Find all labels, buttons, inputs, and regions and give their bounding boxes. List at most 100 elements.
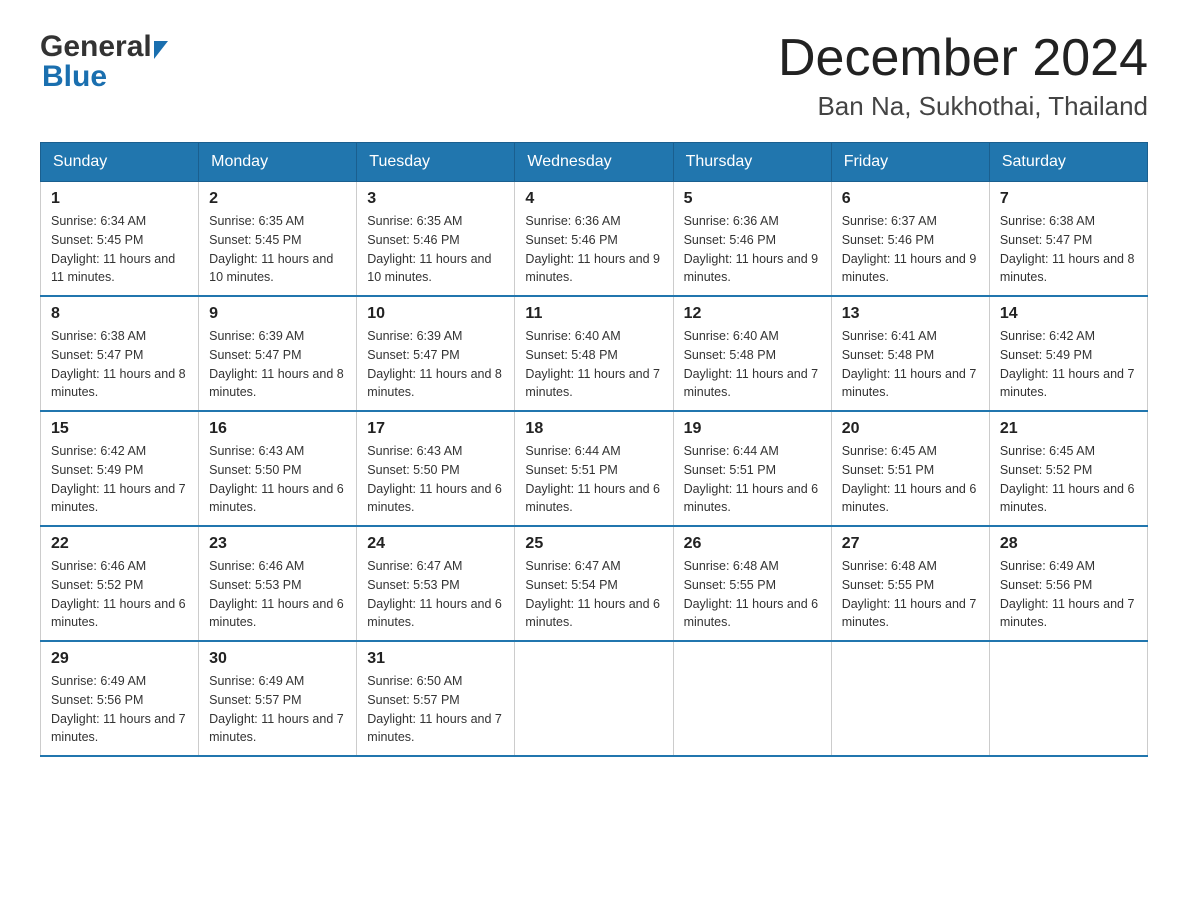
calendar-header-row: SundayMondayTuesdayWednesdayThursdayFrid…: [41, 143, 1148, 182]
day-info: Sunrise: 6:35 AMSunset: 5:45 PMDaylight:…: [209, 212, 346, 287]
day-info: Sunrise: 6:46 AMSunset: 5:53 PMDaylight:…: [209, 557, 346, 632]
calendar-week-row: 29 Sunrise: 6:49 AMSunset: 5:56 PMDaylig…: [41, 641, 1148, 756]
day-number: 24: [367, 535, 504, 553]
calendar-day-cell: 24 Sunrise: 6:47 AMSunset: 5:53 PMDaylig…: [357, 526, 515, 641]
calendar-day-cell: 14 Sunrise: 6:42 AMSunset: 5:49 PMDaylig…: [989, 296, 1147, 411]
column-header-thursday: Thursday: [673, 143, 831, 182]
calendar-day-cell: 16 Sunrise: 6:43 AMSunset: 5:50 PMDaylig…: [199, 411, 357, 526]
day-info: Sunrise: 6:47 AMSunset: 5:54 PMDaylight:…: [525, 557, 662, 632]
calendar-day-cell: 20 Sunrise: 6:45 AMSunset: 5:51 PMDaylig…: [831, 411, 989, 526]
month-title: December 2024: [778, 30, 1148, 87]
calendar-day-cell: 23 Sunrise: 6:46 AMSunset: 5:53 PMDaylig…: [199, 526, 357, 641]
calendar-day-cell: 1 Sunrise: 6:34 AMSunset: 5:45 PMDayligh…: [41, 182, 199, 297]
day-number: 6: [842, 190, 979, 208]
calendar-day-cell: 6 Sunrise: 6:37 AMSunset: 5:46 PMDayligh…: [831, 182, 989, 297]
calendar-day-cell: 9 Sunrise: 6:39 AMSunset: 5:47 PMDayligh…: [199, 296, 357, 411]
calendar-table: SundayMondayTuesdayWednesdayThursdayFrid…: [40, 142, 1148, 757]
day-number: 2: [209, 190, 346, 208]
day-number: 28: [1000, 535, 1137, 553]
column-header-tuesday: Tuesday: [357, 143, 515, 182]
day-info: Sunrise: 6:38 AMSunset: 5:47 PMDaylight:…: [51, 327, 188, 402]
day-number: 25: [525, 535, 662, 553]
day-info: Sunrise: 6:47 AMSunset: 5:53 PMDaylight:…: [367, 557, 504, 632]
calendar-day-cell: 29 Sunrise: 6:49 AMSunset: 5:56 PMDaylig…: [41, 641, 199, 756]
calendar-day-cell: [989, 641, 1147, 756]
day-info: Sunrise: 6:39 AMSunset: 5:47 PMDaylight:…: [209, 327, 346, 402]
column-header-sunday: Sunday: [41, 143, 199, 182]
day-info: Sunrise: 6:50 AMSunset: 5:57 PMDaylight:…: [367, 672, 504, 747]
location-title: Ban Na, Sukhothai, Thailand: [778, 91, 1148, 122]
column-header-wednesday: Wednesday: [515, 143, 673, 182]
calendar-week-row: 1 Sunrise: 6:34 AMSunset: 5:45 PMDayligh…: [41, 182, 1148, 297]
day-number: 29: [51, 650, 188, 668]
day-number: 23: [209, 535, 346, 553]
day-info: Sunrise: 6:44 AMSunset: 5:51 PMDaylight:…: [684, 442, 821, 517]
calendar-day-cell: 12 Sunrise: 6:40 AMSunset: 5:48 PMDaylig…: [673, 296, 831, 411]
day-info: Sunrise: 6:43 AMSunset: 5:50 PMDaylight:…: [367, 442, 504, 517]
calendar-day-cell: 8 Sunrise: 6:38 AMSunset: 5:47 PMDayligh…: [41, 296, 199, 411]
column-header-monday: Monday: [199, 143, 357, 182]
day-info: Sunrise: 6:43 AMSunset: 5:50 PMDaylight:…: [209, 442, 346, 517]
logo: General Blue: [40, 30, 168, 94]
day-info: Sunrise: 6:48 AMSunset: 5:55 PMDaylight:…: [842, 557, 979, 632]
day-number: 16: [209, 420, 346, 438]
calendar-day-cell: 7 Sunrise: 6:38 AMSunset: 5:47 PMDayligh…: [989, 182, 1147, 297]
column-header-friday: Friday: [831, 143, 989, 182]
day-number: 10: [367, 305, 504, 323]
day-info: Sunrise: 6:44 AMSunset: 5:51 PMDaylight:…: [525, 442, 662, 517]
calendar-day-cell: 25 Sunrise: 6:47 AMSunset: 5:54 PMDaylig…: [515, 526, 673, 641]
calendar-day-cell: 21 Sunrise: 6:45 AMSunset: 5:52 PMDaylig…: [989, 411, 1147, 526]
calendar-day-cell: 15 Sunrise: 6:42 AMSunset: 5:49 PMDaylig…: [41, 411, 199, 526]
page-header: General Blue December 2024 Ban Na, Sukho…: [40, 30, 1148, 122]
day-info: Sunrise: 6:40 AMSunset: 5:48 PMDaylight:…: [525, 327, 662, 402]
day-number: 8: [51, 305, 188, 323]
calendar-day-cell: 22 Sunrise: 6:46 AMSunset: 5:52 PMDaylig…: [41, 526, 199, 641]
day-number: 3: [367, 190, 504, 208]
calendar-day-cell: [673, 641, 831, 756]
calendar-day-cell: 4 Sunrise: 6:36 AMSunset: 5:46 PMDayligh…: [515, 182, 673, 297]
day-number: 15: [51, 420, 188, 438]
day-info: Sunrise: 6:49 AMSunset: 5:56 PMDaylight:…: [51, 672, 188, 747]
logo-blue-text: Blue: [42, 60, 107, 93]
calendar-day-cell: 2 Sunrise: 6:35 AMSunset: 5:45 PMDayligh…: [199, 182, 357, 297]
column-header-saturday: Saturday: [989, 143, 1147, 182]
calendar-week-row: 8 Sunrise: 6:38 AMSunset: 5:47 PMDayligh…: [41, 296, 1148, 411]
day-number: 4: [525, 190, 662, 208]
day-number: 17: [367, 420, 504, 438]
calendar-day-cell: 28 Sunrise: 6:49 AMSunset: 5:56 PMDaylig…: [989, 526, 1147, 641]
day-number: 11: [525, 305, 662, 323]
day-info: Sunrise: 6:42 AMSunset: 5:49 PMDaylight:…: [1000, 327, 1137, 402]
day-info: Sunrise: 6:48 AMSunset: 5:55 PMDaylight:…: [684, 557, 821, 632]
day-number: 14: [1000, 305, 1137, 323]
day-number: 5: [684, 190, 821, 208]
day-number: 1: [51, 190, 188, 208]
logo-general-text: General: [40, 30, 152, 64]
day-number: 22: [51, 535, 188, 553]
day-info: Sunrise: 6:41 AMSunset: 5:48 PMDaylight:…: [842, 327, 979, 402]
day-number: 19: [684, 420, 821, 438]
day-number: 21: [1000, 420, 1137, 438]
day-info: Sunrise: 6:40 AMSunset: 5:48 PMDaylight:…: [684, 327, 821, 402]
day-number: 26: [684, 535, 821, 553]
day-number: 13: [842, 305, 979, 323]
day-info: Sunrise: 6:45 AMSunset: 5:51 PMDaylight:…: [842, 442, 979, 517]
day-info: Sunrise: 6:39 AMSunset: 5:47 PMDaylight:…: [367, 327, 504, 402]
calendar-day-cell: [515, 641, 673, 756]
calendar-day-cell: 10 Sunrise: 6:39 AMSunset: 5:47 PMDaylig…: [357, 296, 515, 411]
calendar-week-row: 15 Sunrise: 6:42 AMSunset: 5:49 PMDaylig…: [41, 411, 1148, 526]
day-info: Sunrise: 6:38 AMSunset: 5:47 PMDaylight:…: [1000, 212, 1137, 287]
calendar-day-cell: 18 Sunrise: 6:44 AMSunset: 5:51 PMDaylig…: [515, 411, 673, 526]
day-number: 7: [1000, 190, 1137, 208]
calendar-week-row: 22 Sunrise: 6:46 AMSunset: 5:52 PMDaylig…: [41, 526, 1148, 641]
calendar-day-cell: 5 Sunrise: 6:36 AMSunset: 5:46 PMDayligh…: [673, 182, 831, 297]
day-info: Sunrise: 6:35 AMSunset: 5:46 PMDaylight:…: [367, 212, 504, 287]
calendar-day-cell: [831, 641, 989, 756]
calendar-day-cell: 26 Sunrise: 6:48 AMSunset: 5:55 PMDaylig…: [673, 526, 831, 641]
day-info: Sunrise: 6:46 AMSunset: 5:52 PMDaylight:…: [51, 557, 188, 632]
day-number: 20: [842, 420, 979, 438]
day-number: 12: [684, 305, 821, 323]
day-info: Sunrise: 6:37 AMSunset: 5:46 PMDaylight:…: [842, 212, 979, 287]
day-info: Sunrise: 6:34 AMSunset: 5:45 PMDaylight:…: [51, 212, 188, 287]
calendar-day-cell: 3 Sunrise: 6:35 AMSunset: 5:46 PMDayligh…: [357, 182, 515, 297]
title-block: December 2024 Ban Na, Sukhothai, Thailan…: [778, 30, 1148, 122]
